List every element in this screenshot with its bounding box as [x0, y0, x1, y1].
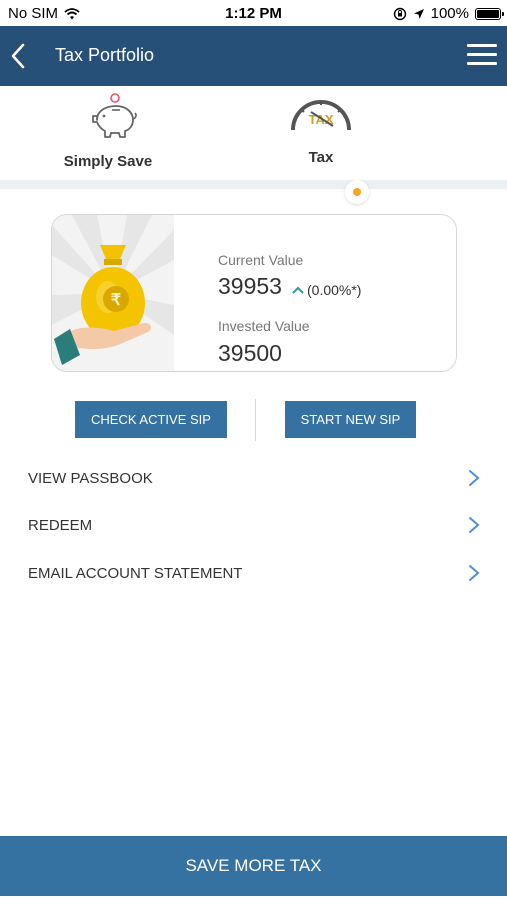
portfolio-card: ₹ Current Value 39953 (0.00%*) Invested …: [51, 214, 457, 372]
start-new-sip-button[interactable]: START NEW SIP: [285, 401, 416, 438]
tab-tax[interactable]: TAX Tax: [241, 86, 401, 180]
value-change-text: (0.00%*): [307, 282, 362, 298]
value-change: (0.00%*): [292, 282, 361, 298]
back-button[interactable]: [6, 40, 34, 72]
status-right: 100%: [393, 5, 504, 22]
current-value: 39953: [218, 273, 282, 299]
chevron-right-icon: [469, 470, 480, 486]
battery-icon: [475, 7, 504, 20]
status-bar: No SIM 1:12 PM 100%: [0, 0, 507, 26]
list-item-label: EMAIL ACCOUNT STATEMENT: [28, 565, 243, 582]
tab-indicator: [345, 180, 369, 204]
list-item-email-account-statement[interactable]: EMAIL ACCOUNT STATEMENT: [0, 551, 507, 597]
current-value-label: Current Value: [218, 252, 304, 268]
tab-simply-save-label: Simply Save: [63, 153, 153, 170]
category-tabs: Simply Save TAX Tax: [0, 86, 507, 180]
invested-value: 39500: [218, 340, 282, 366]
piggy-bank-icon: [92, 93, 137, 138]
button-separator: [255, 399, 256, 441]
battery-percent: 100%: [430, 5, 469, 22]
list-item-label: REDEEM: [28, 517, 93, 534]
tax-meter-icon: TAX: [291, 100, 351, 131]
rotation-lock-icon: [393, 7, 406, 20]
nav-bar: Tax Portfolio: [0, 26, 507, 86]
list-item-redeem[interactable]: REDEEM: [0, 503, 507, 549]
invested-value-label: Invested Value: [218, 318, 310, 334]
hamburger-icon: [467, 44, 497, 47]
menu-button[interactable]: [467, 44, 497, 68]
chevron-right-icon: [469, 517, 480, 533]
chevron-right-icon: [469, 565, 480, 581]
tab-divider: [0, 180, 507, 189]
money-bag-icon: ₹: [52, 215, 174, 371]
tab-simply-save[interactable]: Simply Save: [28, 86, 188, 180]
caret-up-icon: [292, 286, 304, 294]
tab-tax-label: Tax: [308, 149, 334, 166]
hamburger-icon-line: [467, 62, 497, 65]
svg-text:₹: ₹: [111, 292, 121, 309]
check-active-sip-button[interactable]: CHECK ACTIVE SIP: [75, 401, 227, 438]
location-arrow-icon: [413, 8, 424, 19]
page-title: Tax Portfolio: [55, 45, 155, 65]
chevron-left-icon: [11, 43, 25, 69]
list-item-view-passbook[interactable]: VIEW PASSBOOK: [0, 456, 507, 502]
hamburger-icon-line: [467, 53, 497, 56]
list-item-label: VIEW PASSBOOK: [28, 470, 153, 487]
save-more-tax-button[interactable]: SAVE MORE TAX: [0, 836, 507, 896]
